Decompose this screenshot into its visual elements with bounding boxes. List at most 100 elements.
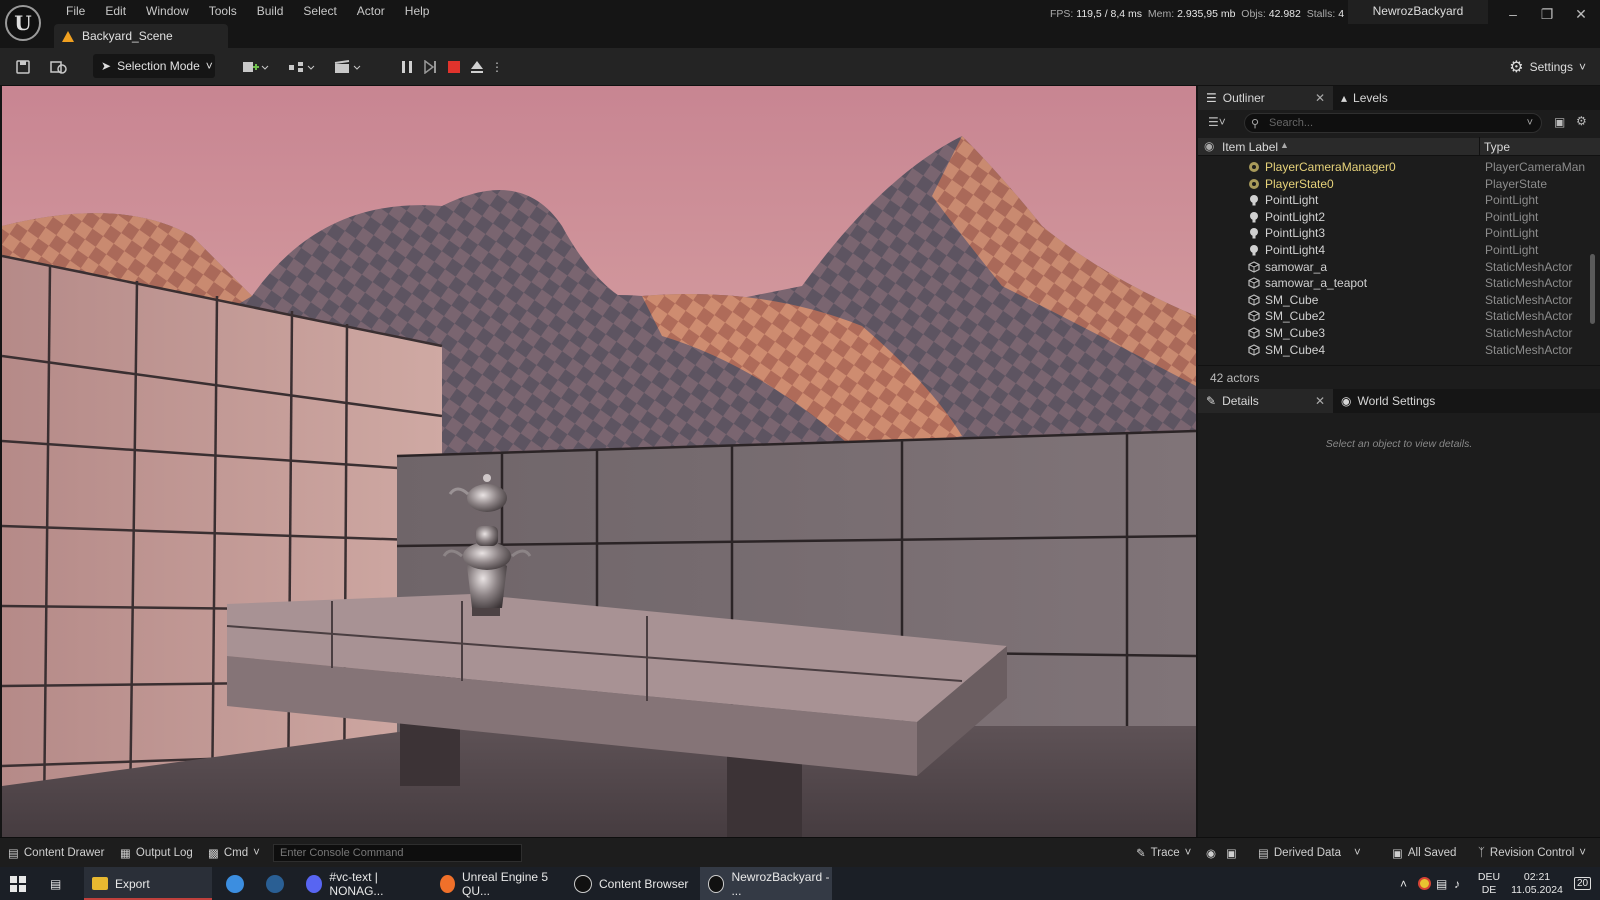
outliner-row[interactable]: SM_Cube4 StaticMeshActor	[1198, 341, 1588, 358]
title-bar: U File Edit Window Tools Build Select Ac…	[0, 0, 1600, 48]
chrome-icon[interactable]	[1418, 867, 1432, 900]
mem-value: 2.935,95 mb	[1177, 8, 1236, 20]
tab-levels[interactable]: ▴ Levels	[1333, 86, 1396, 110]
notification-count: 20	[1574, 877, 1592, 890]
console-input[interactable]: Enter Console Command	[273, 844, 522, 862]
stop-icon[interactable]	[444, 56, 464, 78]
task-view-icon[interactable]: ▤	[50, 867, 72, 900]
taskbar-unreal-label: NewrozBackyard - ...	[731, 869, 830, 898]
selection-mode-dropdown[interactable]: ➤ Selection Mode ˅	[93, 54, 215, 78]
step-frame-icon[interactable]	[420, 56, 440, 78]
eject-icon[interactable]	[467, 56, 487, 78]
add-actor-button[interactable]	[238, 56, 272, 78]
notifications-icon[interactable]: 20	[1574, 867, 1596, 900]
volume-icon[interactable]: ♪	[1454, 867, 1468, 900]
pause-icon[interactable]	[397, 56, 417, 78]
chevron-down-icon: ˅	[205, 59, 213, 73]
close-window-icon[interactable]: ✕	[1566, 4, 1596, 24]
menu-build[interactable]: Build	[247, 2, 294, 20]
gear-icon: ⚙	[1509, 59, 1524, 76]
outliner-row[interactable]: PointLight PointLight	[1198, 191, 1588, 208]
settings-label: Settings	[1529, 60, 1573, 74]
minimize-icon[interactable]: –	[1498, 4, 1528, 24]
language-indicator[interactable]: DEU DE	[1476, 867, 1502, 900]
objs-value: 42.982	[1268, 8, 1301, 20]
actor-icon	[1249, 162, 1259, 172]
close-icon[interactable]: ✕	[1315, 394, 1325, 408]
menu-help[interactable]: Help	[395, 2, 440, 20]
details-tab-strip: ✎ Details ✕ ◉ World Settings	[1198, 389, 1600, 413]
cmd-dropdown[interactable]: ▩ Cmd ˅	[208, 838, 260, 868]
outliner-row[interactable]: PlayerState0 PlayerState	[1198, 175, 1588, 192]
menu-window[interactable]: Window	[136, 2, 199, 20]
outliner-scrollbar[interactable]	[1590, 254, 1595, 324]
output-log-label: Output Log	[135, 847, 193, 859]
outliner-row[interactable]: PointLight4 PointLight	[1198, 241, 1588, 258]
filter-icon[interactable]: ☰˅	[1208, 115, 1226, 129]
revision-control-dropdown[interactable]: ᛉ Revision Control ˅	[1478, 838, 1586, 868]
outliner-row[interactable]: samowar_a StaticMeshActor	[1198, 258, 1588, 275]
add-folder-icon[interactable]: ▣	[1554, 115, 1565, 129]
outliner-row[interactable]: samowar_a_teapot StaticMeshActor	[1198, 274, 1588, 291]
more-options-icon[interactable]: ⋮	[491, 56, 503, 78]
tab-details[interactable]: ✎ Details ✕	[1198, 389, 1333, 413]
menu-tools[interactable]: Tools	[199, 2, 247, 20]
outliner-row-label: SM_Cube4	[1265, 342, 1326, 357]
menu-select[interactable]: Select	[293, 2, 346, 20]
output-log-button[interactable]: ▦ Output Log	[120, 838, 193, 868]
save-icon[interactable]	[12, 56, 34, 78]
edge-icon[interactable]	[226, 867, 248, 900]
save-status-icon: ▣	[1392, 848, 1403, 860]
taskbar-discord[interactable]: #vc-text | NONAG...	[300, 867, 426, 900]
settings-button[interactable]: ⚙ Settings ˅	[1509, 57, 1586, 77]
search-icon: ⚲	[1251, 118, 1260, 130]
eye-icon[interactable]: ◉	[1204, 139, 1214, 153]
clock[interactable]: 02:21 11.05.2024	[1506, 867, 1568, 900]
all-saved-button[interactable]: ▣ All Saved	[1392, 838, 1456, 868]
tab-outliner[interactable]: ☰ Outliner ✕	[1198, 86, 1333, 110]
content-drawer-button[interactable]: ▤ Content Drawer	[8, 838, 104, 868]
windows-start-icon[interactable]	[10, 867, 32, 900]
level-tab[interactable]: Backyard_Scene	[54, 24, 228, 48]
outliner-row-label: PointLight4	[1265, 243, 1326, 257]
outliner-row[interactable]: PointLight2 PointLight	[1198, 208, 1588, 225]
static-mesh-icon	[1248, 260, 1260, 273]
steam-icon[interactable]	[266, 867, 288, 900]
network-icon[interactable]: ▤	[1436, 867, 1450, 900]
menu-edit[interactable]: Edit	[95, 2, 136, 20]
chevron-down-icon: ˅	[1578, 60, 1586, 74]
tray-chevron-up-icon[interactable]: ˄	[1400, 867, 1414, 900]
taskbar-firefox[interactable]: Unreal Engine 5 QU...	[434, 867, 560, 900]
outliner-row[interactable]: PlayerCameraManager0 PlayerCameraManager	[1198, 158, 1588, 175]
unreal-logo[interactable]: U	[5, 5, 41, 41]
outliner-row[interactable]: SM_Cube StaticMeshActor	[1198, 291, 1588, 308]
objs-label: Objs:	[1241, 8, 1266, 20]
column-type[interactable]: Type	[1484, 140, 1510, 154]
column-item-label[interactable]: Item Label	[1222, 140, 1278, 154]
taskbar-content-browser[interactable]: Content Browser	[568, 867, 690, 900]
gear-icon[interactable]: ⚙	[1576, 114, 1587, 128]
outliner-row[interactable]: SM_Cube3 StaticMeshActor	[1198, 324, 1588, 341]
record-icon[interactable]: ◉	[1206, 838, 1216, 868]
outliner-search-row: ☰˅ ⚲ Search... ˅ ▣ ⚙	[1198, 110, 1600, 136]
outliner-row[interactable]: PointLight3 PointLight	[1198, 224, 1588, 241]
blueprint-button[interactable]	[284, 56, 318, 78]
terminal-icon: ▩	[208, 848, 219, 860]
tab-world-settings[interactable]: ◉ World Settings	[1333, 389, 1443, 413]
taskbar-export[interactable]: Export	[84, 867, 212, 900]
trace-dropdown[interactable]: ✎ Trace ˅	[1136, 838, 1191, 868]
menu-file[interactable]: File	[56, 2, 95, 20]
level-viewport[interactable]	[2, 86, 1196, 837]
outliner-row[interactable]: SM_Cube2 StaticMeshActor	[1198, 307, 1588, 324]
actor-count: 42 actors	[1198, 365, 1600, 389]
revision-control-label: Revision Control	[1489, 847, 1575, 859]
camera-icon[interactable]: ▣	[1226, 838, 1237, 868]
close-icon[interactable]: ✕	[1315, 91, 1325, 105]
derived-data-dropdown[interactable]: ▤ Derived Data ˅	[1258, 838, 1361, 868]
taskbar-unreal-editor[interactable]: NewrozBackyard - ...	[700, 867, 832, 900]
restore-icon[interactable]: ❐	[1532, 4, 1562, 24]
outliner-search-input[interactable]: ⚲ Search... ˅	[1244, 113, 1542, 133]
menu-actor[interactable]: Actor	[347, 2, 395, 20]
browse-icon[interactable]	[48, 56, 70, 78]
cinematics-button[interactable]	[330, 56, 364, 78]
